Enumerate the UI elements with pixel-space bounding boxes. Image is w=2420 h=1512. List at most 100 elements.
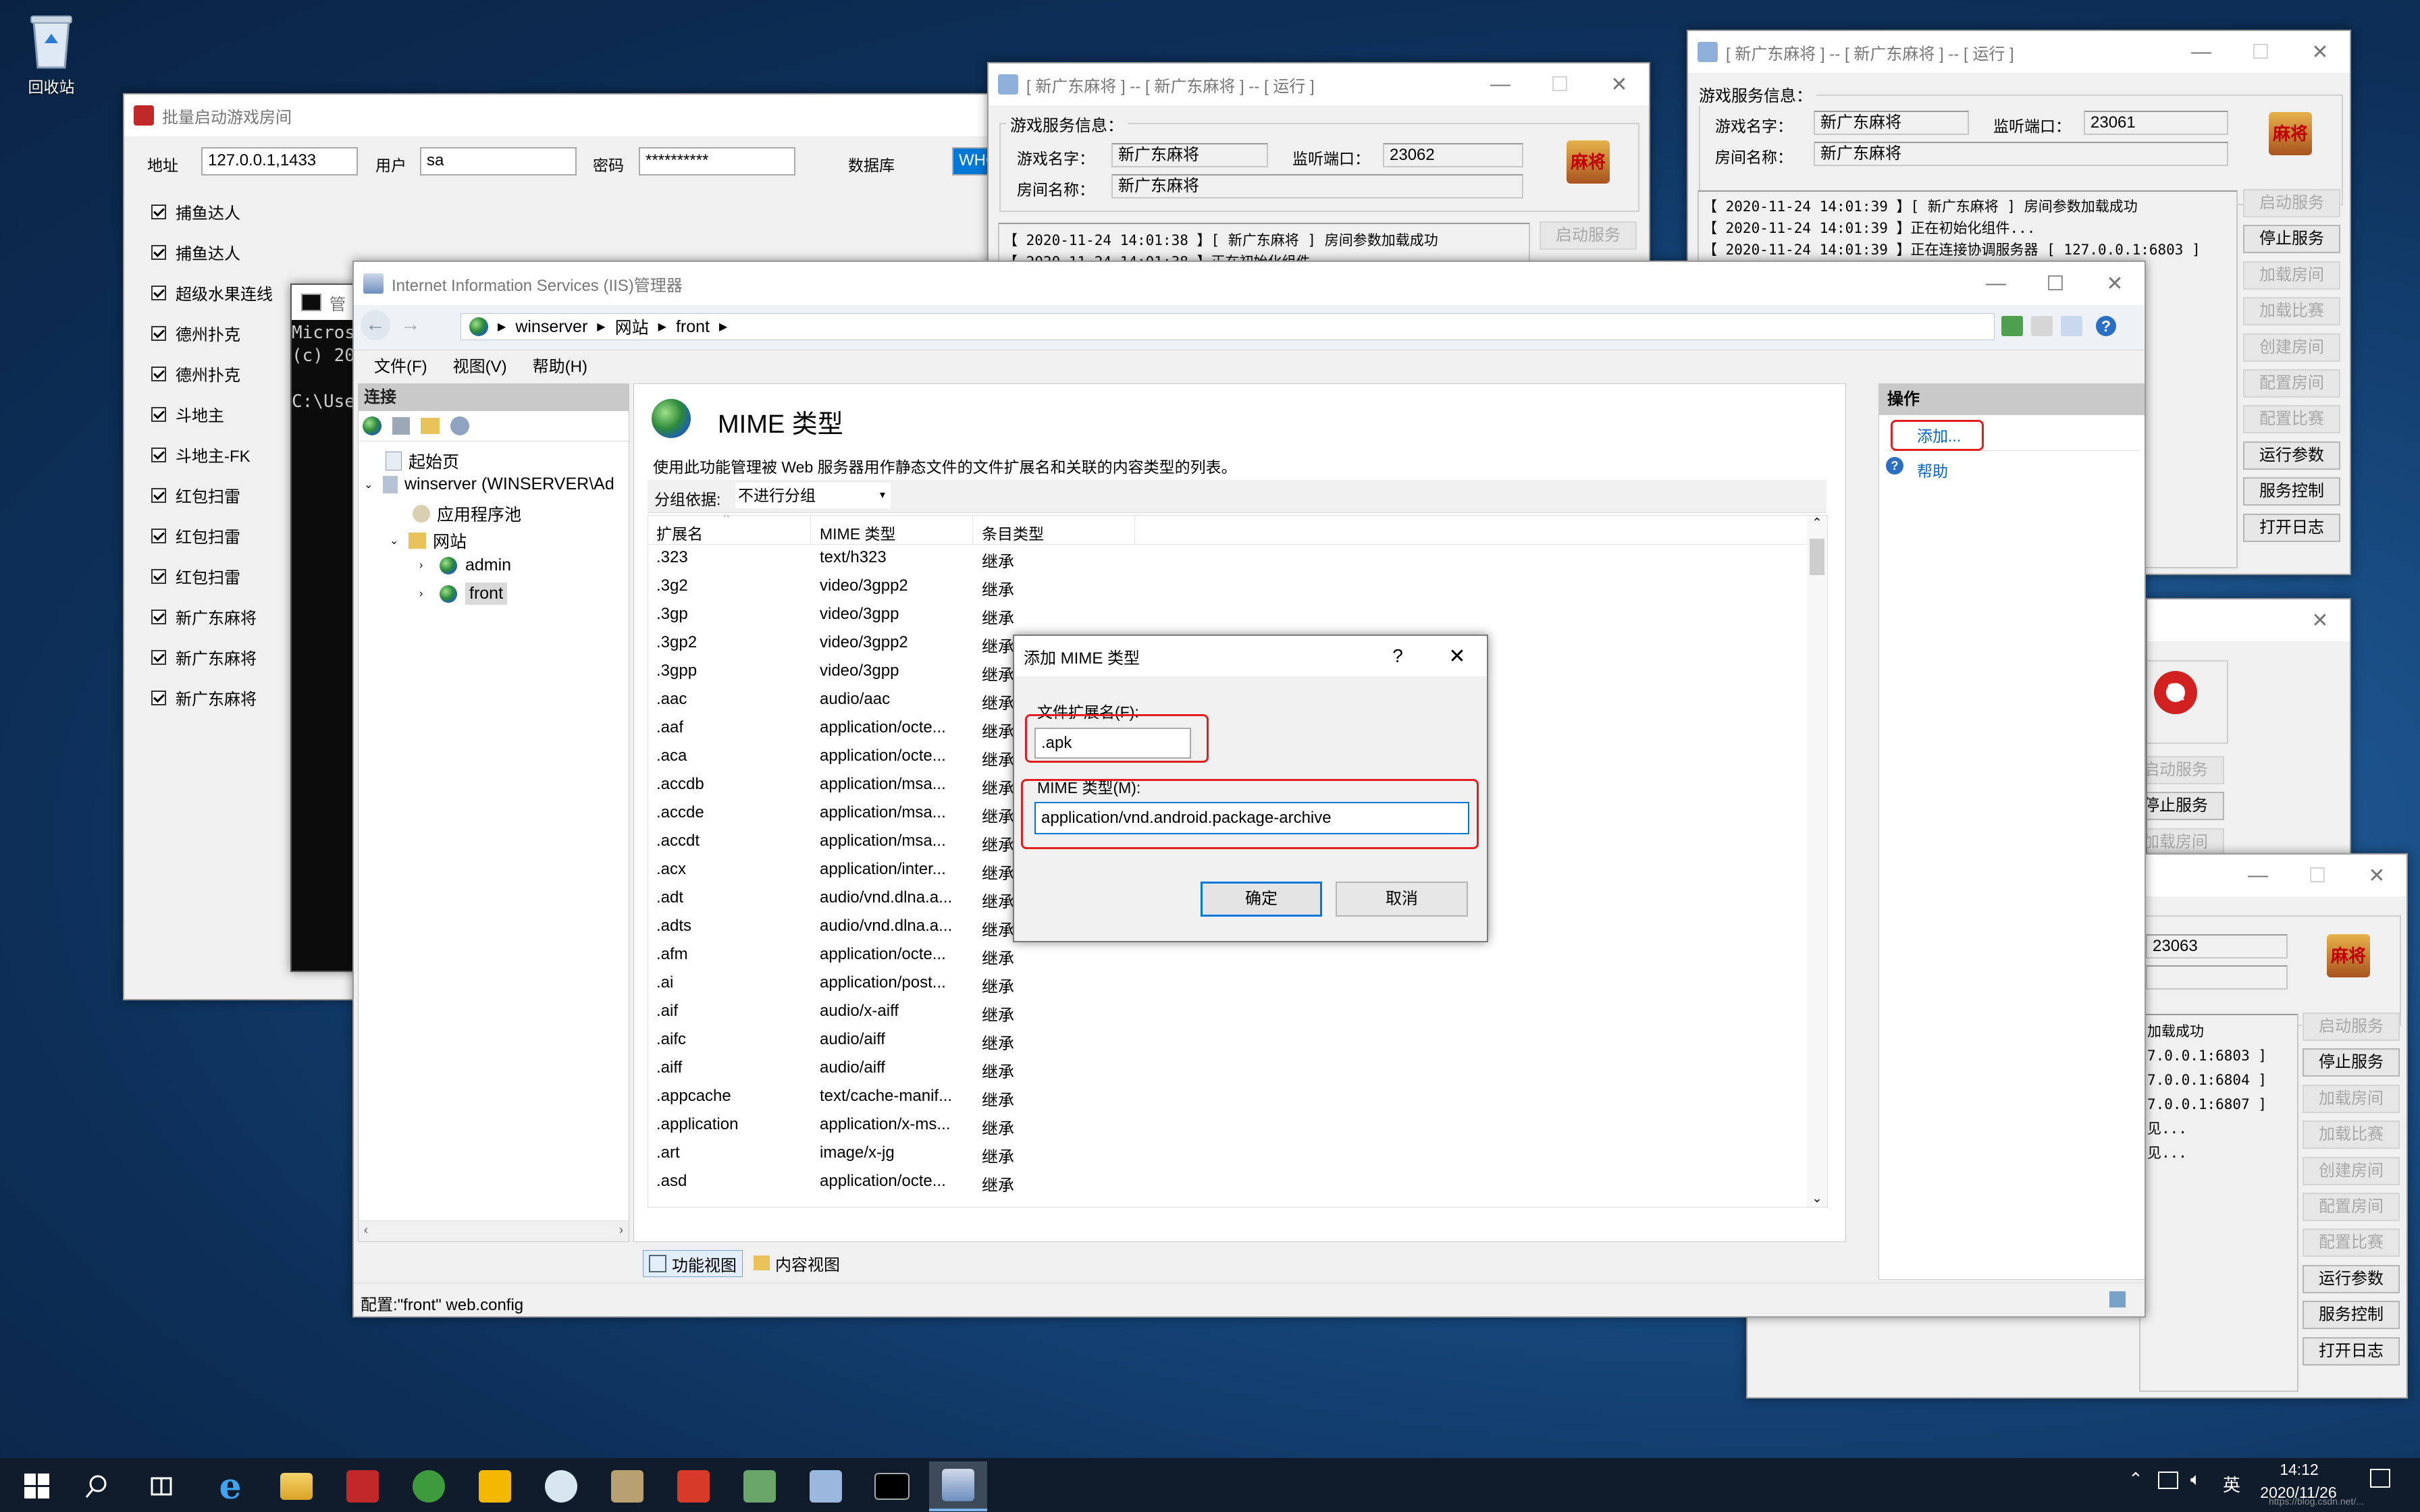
tray-chevron-icon[interactable]: ⌃ bbox=[2128, 1469, 2143, 1490]
service-button[interactable]: 创建房间 bbox=[2243, 333, 2340, 362]
vertical-scrollbar[interactable]: ⌃ ⌄ bbox=[1807, 516, 1827, 1207]
game-checkbox-row[interactable]: 捕鱼达人 bbox=[151, 200, 240, 223]
service-button[interactable]: 打开日志 bbox=[2303, 1336, 2400, 1366]
checkbox[interactable] bbox=[151, 649, 166, 665]
service-button[interactable]: 运行参数 bbox=[2243, 441, 2340, 470]
maximize-button[interactable]: ☐ bbox=[2288, 864, 2347, 888]
taskbar-explorer[interactable] bbox=[267, 1461, 325, 1511]
checkbox[interactable] bbox=[151, 609, 166, 624]
game-checkbox-row[interactable]: 德州扑克 bbox=[151, 362, 240, 385]
column-header-mime[interactable]: MIME 类型 bbox=[820, 521, 895, 544]
mime-row[interactable]: .art image/x-jg 继承 bbox=[648, 1139, 1134, 1168]
game-checkbox-row[interactable]: 新广东麻将 bbox=[151, 686, 257, 709]
tree-site-admin[interactable]: › admin bbox=[419, 556, 511, 575]
help-action[interactable]: 帮助 bbox=[1917, 458, 1948, 481]
breadcrumb[interactable]: ▶ winserver ▶ 网站 ▶ front ▶ bbox=[461, 313, 1995, 340]
service-button[interactable]: 运行参数 bbox=[2303, 1264, 2400, 1293]
service-button[interactable]: 加载房间 bbox=[2243, 261, 2340, 290]
taskbar-app-3[interactable] bbox=[466, 1461, 524, 1511]
service-button[interactable]: 启动服务 bbox=[2147, 756, 2224, 784]
close-button[interactable]: ✕ bbox=[2347, 864, 2406, 888]
breadcrumb-server[interactable]: winserver bbox=[515, 317, 587, 337]
taskbar-app-4[interactable] bbox=[532, 1461, 590, 1511]
game-checkbox-row[interactable]: 新广东麻将 bbox=[151, 605, 257, 628]
ime-indicator[interactable]: 英 bbox=[2223, 1472, 2240, 1496]
maximize-button[interactable]: ☐ bbox=[1530, 73, 1589, 97]
home-icon[interactable] bbox=[2061, 316, 2082, 336]
service-button[interactable]: 打开日志 bbox=[2243, 513, 2340, 542]
taskbar-app-6[interactable] bbox=[664, 1461, 722, 1511]
service-button[interactable]: 配置房间 bbox=[2303, 1193, 2400, 1221]
service-button[interactable]: 服务控制 bbox=[2303, 1301, 2400, 1330]
notification-icon[interactable] bbox=[2370, 1469, 2390, 1488]
scroll-up-icon[interactable]: ⌃ bbox=[1807, 516, 1827, 530]
service-button[interactable]: 配置比赛 bbox=[2243, 405, 2340, 434]
expand-icon[interactable]: › bbox=[419, 560, 431, 572]
checkbox[interactable] bbox=[151, 285, 166, 300]
help-button[interactable]: ? bbox=[1368, 645, 1427, 667]
tree-server[interactable]: ⌄ winserver (WINSERVER\Ad bbox=[364, 475, 614, 494]
network-tray-icon[interactable] bbox=[2158, 1472, 2178, 1489]
checkbox[interactable] bbox=[151, 204, 166, 219]
mime-row[interactable]: .aifc audio/aiff 继承 bbox=[648, 1026, 1134, 1054]
connect-server-icon[interactable] bbox=[450, 416, 469, 435]
horizontal-scrollbar[interactable]: ‹ › bbox=[359, 1220, 629, 1241]
game-checkbox-row[interactable]: 斗地主 bbox=[151, 402, 224, 426]
checkbox[interactable] bbox=[151, 244, 166, 260]
service-button[interactable]: 加载房间 bbox=[2147, 828, 2224, 853]
group-by-select[interactable]: 不进行分组 ▾ bbox=[735, 483, 891, 508]
service-button[interactable]: 配置比赛 bbox=[2303, 1228, 2400, 1258]
breadcrumb-site[interactable]: front bbox=[676, 317, 710, 337]
collapse-icon[interactable]: ⌄ bbox=[364, 478, 376, 491]
close-button[interactable]: ✕ bbox=[1427, 645, 1487, 668]
save-icon[interactable] bbox=[392, 417, 410, 435]
column-header-entry-type[interactable]: 条目类型 bbox=[982, 521, 1044, 544]
refresh-icon[interactable] bbox=[2001, 316, 2023, 336]
checkbox[interactable] bbox=[151, 487, 166, 503]
service-button[interactable]: 停止服务 bbox=[2303, 1048, 2400, 1077]
checkbox[interactable] bbox=[151, 406, 166, 422]
taskbar-app-7[interactable] bbox=[731, 1461, 789, 1511]
service-button[interactable]: 启动服务 bbox=[2243, 189, 2340, 217]
maximize-button[interactable]: ☐ bbox=[2026, 272, 2085, 296]
cancel-button[interactable]: 取消 bbox=[1336, 882, 1468, 917]
column-header-extension[interactable]: 扩展名 bbox=[656, 521, 703, 544]
game-checkbox-row[interactable]: 红包扫雷 bbox=[151, 564, 240, 588]
tree-start-page[interactable]: 起始页 bbox=[386, 449, 459, 473]
checkbox[interactable] bbox=[151, 447, 166, 462]
taskbar-app-5[interactable] bbox=[598, 1461, 656, 1511]
game-checkbox-row[interactable]: 捕鱼达人 bbox=[151, 240, 240, 264]
mime-row[interactable]: .asd application/octe... 继承 bbox=[648, 1168, 1134, 1196]
taskbar-ie[interactable]: e bbox=[201, 1461, 259, 1511]
minimize-button[interactable]: — bbox=[2228, 864, 2288, 887]
game-checkbox-row[interactable]: 新广东麻将 bbox=[151, 645, 257, 669]
taskbar-iis[interactable] bbox=[929, 1461, 987, 1511]
mime-row[interactable]: .application application/x-ms... 继承 bbox=[648, 1111, 1134, 1139]
close-button[interactable]: ✕ bbox=[2290, 40, 2350, 64]
service-button[interactable]: 服务控制 bbox=[2243, 477, 2340, 506]
checkbox[interactable] bbox=[151, 568, 166, 584]
taskbar-app-2[interactable] bbox=[400, 1461, 458, 1511]
minimize-button[interactable]: — bbox=[1471, 73, 1530, 96]
menu-item[interactable]: 文件(F) bbox=[374, 353, 427, 377]
ok-button[interactable]: 确定 bbox=[1201, 882, 1322, 917]
minimize-button[interactable]: — bbox=[1966, 272, 2026, 295]
close-button[interactable]: ✕ bbox=[1589, 73, 1649, 97]
service-button[interactable]: 停止服务 bbox=[2147, 792, 2224, 821]
checkbox[interactable] bbox=[151, 690, 166, 705]
close-button[interactable]: ✕ bbox=[2290, 609, 2350, 632]
service-button[interactable]: 配置房间 bbox=[2243, 369, 2340, 398]
start-button[interactable] bbox=[8, 1461, 66, 1511]
expand-icon[interactable]: › bbox=[419, 588, 431, 600]
taskbar-cmd[interactable] bbox=[863, 1461, 921, 1511]
forward-button[interactable]: → bbox=[396, 310, 425, 340]
taskbar-app-8[interactable] bbox=[797, 1461, 855, 1511]
mime-row[interactable]: .323 text/h323 继承 bbox=[648, 544, 1134, 572]
folder-icon[interactable] bbox=[421, 418, 440, 434]
stop-icon[interactable] bbox=[2031, 316, 2053, 336]
scroll-thumb[interactable] bbox=[1810, 539, 1824, 575]
mime-row[interactable]: .aiff audio/aiff 继承 bbox=[648, 1054, 1134, 1083]
service-button[interactable]: 停止服务 bbox=[2243, 225, 2340, 254]
task-view-button[interactable] bbox=[132, 1461, 190, 1511]
scroll-down-icon[interactable]: ⌄ bbox=[1807, 1191, 1827, 1206]
